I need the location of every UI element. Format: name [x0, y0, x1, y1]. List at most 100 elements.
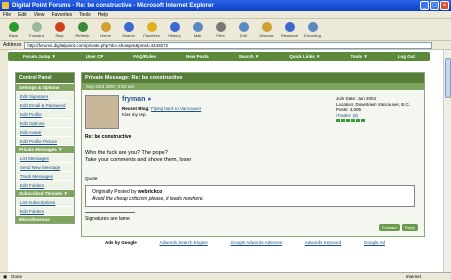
- quote-label: Quote:: [85, 176, 99, 181]
- mail-button[interactable]: Mail: [186, 21, 209, 38]
- sidebar-link[interactable]: Edit Signature: [16, 91, 74, 100]
- nav-faq[interactable]: FAQ/Rules: [133, 54, 156, 59]
- window-title: Digital Point Forums - Re: be constructi…: [12, 2, 214, 9]
- sidebar-link[interactable]: Edit Avatar: [16, 127, 74, 136]
- forward-button[interactable]: Forward: [379, 224, 400, 231]
- sidebar-link[interactable]: Edit Folders: [16, 180, 74, 189]
- stop-icon: [54, 21, 65, 32]
- body-line: Who the fuck are you? The pope?: [85, 150, 168, 156]
- message-body: Who the fuck are you? The pope? Take you…: [85, 150, 191, 164]
- menu-help[interactable]: Help: [98, 12, 108, 18]
- sidebar-link[interactable]: Edit Email & Password: [16, 100, 74, 109]
- sidebar-link[interactable]: Track Messages: [16, 171, 74, 180]
- user-title: Kiss my rep.: [122, 112, 147, 117]
- forward-button[interactable]: Forward: [25, 21, 48, 38]
- search-button[interactable]: Search: [117, 21, 140, 38]
- back-icon: [8, 21, 19, 32]
- message-date: Sep 23rd 2007, 5:22 am: [82, 83, 424, 90]
- scroll-thumb[interactable]: [445, 58, 451, 98]
- toolbar-label: Home: [100, 32, 111, 38]
- nav-tools[interactable]: Tools ▼: [350, 54, 367, 59]
- forum-nav: Forum Jump ▼ User CP FAQ/Rules New Posts…: [8, 52, 430, 61]
- home-icon: [100, 21, 111, 32]
- toolbar-label: Favorites: [143, 32, 160, 38]
- toolbar-label: Encoding: [304, 32, 321, 38]
- vertical-scrollbar[interactable]: [443, 50, 451, 272]
- nav-new-posts[interactable]: New Posts: [186, 54, 209, 59]
- body-line: Take your comments and shove them, loser: [85, 157, 192, 163]
- history-button[interactable]: History: [163, 21, 186, 38]
- toolbar-label: Edit: [240, 32, 247, 38]
- menu-tools[interactable]: Tools: [79, 12, 91, 18]
- quote-block: Quote: Originally Posted by webrickco Av…: [85, 176, 415, 207]
- sidebar-section-header[interactable]: Subscribed Threads ▼: [16, 189, 74, 197]
- nav-quick-links[interactable]: Quick Links ▼: [289, 54, 320, 59]
- quote-author: webrickco: [137, 189, 163, 195]
- address-input[interactable]: http://forums.digitalpoint.com/private.p…: [24, 41, 433, 49]
- toolbar-label: Discuss: [259, 32, 274, 38]
- blog-link[interactable]: Flying back to Vancouver: [151, 106, 201, 111]
- sidebar-section-header[interactable]: Miscellaneous: [16, 215, 74, 223]
- message-header: Private Message: Re: be constructive: [82, 73, 424, 83]
- minimize-button[interactable]: _: [420, 1, 429, 10]
- encoding-button[interactable]: Encoding: [301, 21, 324, 38]
- refresh-icon: [77, 21, 88, 32]
- toolbar-label: Print: [216, 32, 225, 38]
- home-button[interactable]: Home: [94, 21, 117, 38]
- sidebar-section-header[interactable]: Private Messages ▼: [16, 145, 74, 153]
- nav-log-out[interactable]: Log Out: [398, 54, 415, 59]
- discuss-button[interactable]: Discuss: [255, 21, 278, 38]
- page-icon: ▣: [3, 273, 8, 279]
- nav-forum-jump[interactable]: Forum Jump ▼: [23, 54, 56, 59]
- menu-edit[interactable]: Edit: [18, 12, 27, 18]
- sidebar-link[interactable]: List Subscriptions: [16, 197, 74, 206]
- print-button[interactable]: Print: [209, 21, 232, 38]
- search-icon: [123, 21, 134, 32]
- edit-button[interactable]: Edit: [232, 21, 255, 38]
- toolbar-label: Back: [9, 32, 18, 38]
- favorites-icon: [146, 21, 157, 32]
- sidebar-link[interactable]: Edit Profile Picture: [16, 136, 74, 145]
- menu-favorites[interactable]: Favorites: [51, 12, 72, 18]
- quote-text: Avoid the cheap criticism please, it lea…: [92, 196, 204, 202]
- ad-link[interactable]: Adwords Keyword: [305, 240, 341, 245]
- toolbar-label: Mail: [193, 32, 202, 38]
- toolbar-label: Refresh: [75, 32, 90, 38]
- favorites-button[interactable]: Favorites: [140, 21, 163, 38]
- username-link[interactable]: fryman ●: [122, 96, 152, 103]
- sidebar-section-header[interactable]: Settings & Options: [16, 83, 74, 91]
- refresh-button[interactable]: Refresh: [71, 21, 94, 38]
- internet-zone: Internet: [405, 274, 421, 279]
- quote-prefix: Originally Posted by: [92, 189, 137, 195]
- toolbar: Back Forward Stop Refresh Home Search Favorite…: [0, 19, 451, 41]
- research-button[interactable]: Research: [278, 21, 301, 38]
- menu-view[interactable]: View: [34, 12, 45, 18]
- sidebar-link[interactable]: List Messages: [16, 153, 74, 162]
- sidebar-link[interactable]: Edit Folders: [16, 206, 74, 215]
- signature-divider: [85, 212, 135, 213]
- sidebar-link[interactable]: Edit Options: [16, 118, 74, 127]
- status-text: Done: [11, 274, 23, 279]
- message-subject: Re: be constructive: [85, 134, 132, 140]
- nav-user-cp[interactable]: User CP: [86, 54, 104, 59]
- menu-file[interactable]: File: [3, 12, 11, 18]
- toolbar-label: Search: [122, 32, 135, 38]
- maximize-button[interactable]: □: [430, 1, 439, 10]
- stop-button[interactable]: Stop: [48, 21, 71, 38]
- sidebar-link[interactable]: Edit Profile: [16, 109, 74, 118]
- ad-link[interactable]: Adwords Search Engine: [160, 240, 208, 245]
- control-panel-sidebar: Control Panel Settings & Options Edit Sig…: [15, 72, 75, 224]
- toolbar-label: Stop: [55, 32, 64, 38]
- ad-link[interactable]: Google Adwords Adsense: [231, 240, 283, 245]
- reply-button[interactable]: Reply: [401, 224, 418, 231]
- title-bar: Digital Point Forums - Re: be constructi…: [0, 0, 451, 11]
- ad-link[interactable]: Google Ad: [364, 240, 385, 245]
- toolbar-label: Research: [280, 32, 299, 38]
- sidebar-link[interactable]: Send New Message: [16, 162, 74, 171]
- reputation-bar: [336, 118, 410, 124]
- back-button[interactable]: Back: [2, 21, 25, 38]
- avatar: [85, 95, 119, 129]
- sidebar-title: Control Panel: [16, 73, 74, 83]
- close-button[interactable]: ×: [440, 1, 449, 10]
- nav-search[interactable]: Search ▼: [239, 54, 260, 59]
